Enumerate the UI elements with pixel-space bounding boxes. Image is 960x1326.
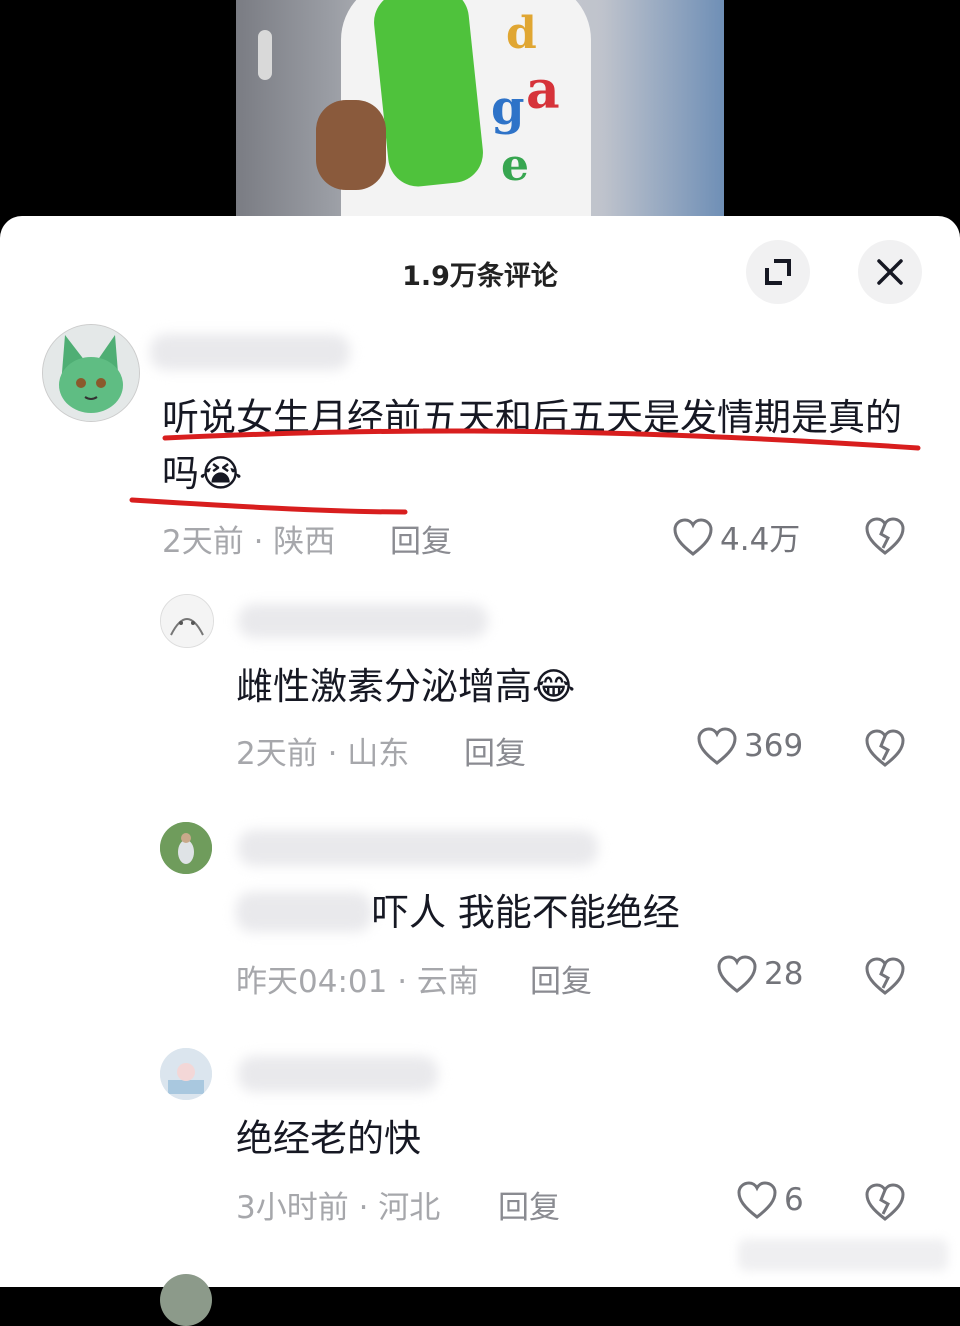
broken-heart-icon bbox=[865, 517, 905, 555]
dislike-button[interactable] bbox=[864, 516, 906, 560]
person-arm bbox=[316, 100, 386, 190]
watermark bbox=[738, 1239, 948, 1271]
green-cat-avatar-icon bbox=[43, 325, 139, 421]
like-count: 369 bbox=[744, 728, 804, 764]
heart-icon bbox=[737, 1181, 777, 1219]
like-button[interactable]: 28 bbox=[716, 954, 803, 994]
username-redacted bbox=[238, 1056, 438, 1092]
chips-bag bbox=[371, 0, 486, 190]
comment-sheet: 1.9万条评论 听说女生月经前五天和后五天是发情期是真的吗😭 2天前 · 陕西 … bbox=[0, 216, 960, 1326]
broken-heart-icon bbox=[865, 957, 905, 995]
shirt-print: a bbox=[526, 60, 560, 121]
like-count: 28 bbox=[764, 956, 804, 992]
broken-heart-icon bbox=[865, 729, 905, 767]
expand-button[interactable] bbox=[746, 240, 810, 304]
reply-button[interactable]: 回复 bbox=[390, 516, 452, 561]
dislike-button[interactable] bbox=[864, 1182, 906, 1226]
crying-emoji: 😭 bbox=[199, 452, 243, 495]
video-player[interactable]: d a g e bbox=[0, 0, 960, 230]
username-redacted bbox=[238, 604, 488, 638]
avatar[interactable] bbox=[160, 594, 214, 648]
comment-text: 绝经老的快 bbox=[236, 1117, 421, 1160]
heart-icon bbox=[697, 727, 737, 765]
shirt-print: d bbox=[506, 8, 537, 59]
door-handle bbox=[258, 30, 272, 80]
broken-heart-icon bbox=[865, 1183, 905, 1221]
avatar[interactable] bbox=[160, 1274, 212, 1326]
dislike-button[interactable] bbox=[864, 728, 906, 772]
avatar[interactable] bbox=[42, 324, 140, 422]
video-frame: d a g e bbox=[236, 0, 724, 230]
comment-meta: 昨天04:01 · 云南 bbox=[236, 964, 479, 1000]
username-redacted bbox=[150, 334, 350, 370]
reply-button[interactable]: 回复 bbox=[498, 1182, 560, 1227]
like-count: 4.4万 bbox=[720, 522, 801, 558]
avatar[interactable] bbox=[160, 822, 212, 874]
shirt-print: g bbox=[491, 80, 525, 136]
comment-text: 听说女生月经前五天和后五天是发情期是真的吗😭 bbox=[162, 396, 902, 495]
like-button[interactable]: 369 bbox=[696, 726, 803, 766]
shirt-print: e bbox=[501, 140, 529, 191]
dislike-button[interactable] bbox=[864, 956, 906, 1000]
sketch-avatar-icon bbox=[161, 595, 213, 647]
comment-meta: 2天前 · 陕西 bbox=[162, 524, 336, 560]
like-button[interactable]: 6 bbox=[736, 1180, 804, 1220]
comment-count-title: 1.9万条评论 bbox=[402, 261, 558, 292]
reply-button[interactable]: 回复 bbox=[530, 956, 592, 1001]
reply-button[interactable]: 回复 bbox=[464, 728, 526, 773]
comment-text: 吓人 我能不能绝经 bbox=[372, 891, 680, 934]
username-redacted bbox=[238, 830, 598, 866]
heart-icon bbox=[717, 955, 757, 993]
laughing-emoji: 😂 bbox=[532, 665, 576, 708]
comment-meta: 2天前 · 山东 bbox=[236, 736, 410, 772]
mention-redacted bbox=[236, 892, 372, 932]
close-button[interactable] bbox=[858, 240, 922, 304]
close-icon bbox=[877, 259, 903, 285]
heart-icon bbox=[673, 517, 713, 556]
like-button[interactable]: 4.4万 bbox=[672, 514, 800, 559]
like-count: 6 bbox=[784, 1182, 804, 1218]
pastel-avatar-icon bbox=[160, 1048, 212, 1100]
grass-photo-avatar-icon bbox=[160, 822, 212, 874]
expand-icon bbox=[765, 259, 791, 285]
avatar[interactable] bbox=[160, 1048, 212, 1100]
comment-text: 雌性激素分泌增高😂 bbox=[236, 665, 576, 708]
comment-meta: 3小时前 · 河北 bbox=[236, 1190, 441, 1226]
